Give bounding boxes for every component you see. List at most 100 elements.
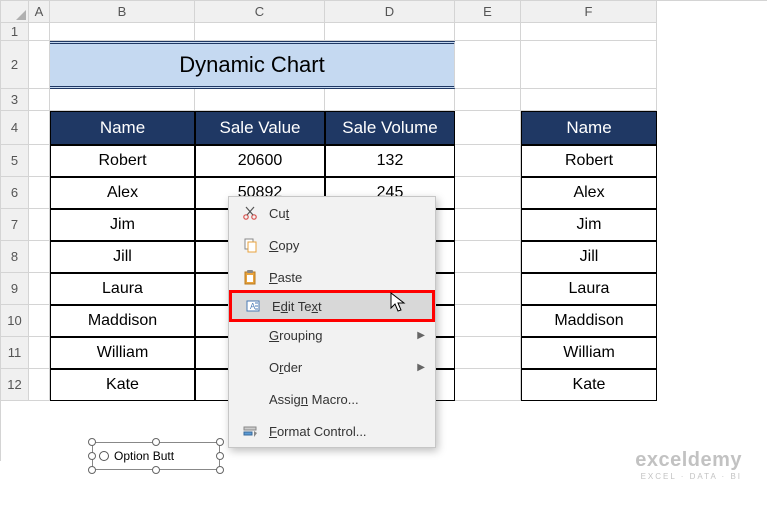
cut-icon bbox=[237, 205, 263, 221]
cell[interactable] bbox=[521, 89, 657, 111]
cell[interactable] bbox=[325, 23, 455, 41]
cell[interactable] bbox=[195, 89, 325, 111]
menu-grouping[interactable]: Grouping ▶ bbox=[229, 319, 435, 351]
row-header-7[interactable]: 7 bbox=[1, 209, 29, 241]
row-header-10[interactable]: 10 bbox=[1, 305, 29, 337]
menu-format-control[interactable]: Format Control... bbox=[229, 415, 435, 447]
cell[interactable] bbox=[29, 305, 50, 337]
table-header-name[interactable]: Name bbox=[50, 111, 195, 145]
col-header-a[interactable]: A bbox=[29, 1, 50, 23]
cell-name[interactable]: William bbox=[50, 337, 195, 369]
cell[interactable] bbox=[455, 111, 521, 145]
cell[interactable] bbox=[521, 41, 657, 89]
cell[interactable] bbox=[50, 89, 195, 111]
resize-handle[interactable] bbox=[216, 466, 224, 474]
cell[interactable] bbox=[29, 41, 50, 89]
resize-handle[interactable] bbox=[88, 466, 96, 474]
cell[interactable] bbox=[29, 145, 50, 177]
cell[interactable] bbox=[455, 305, 521, 337]
table2-header-name[interactable]: Name bbox=[521, 111, 657, 145]
submenu-arrow-icon: ▶ bbox=[417, 330, 435, 341]
cell-name[interactable]: Kate bbox=[50, 369, 195, 401]
cell[interactable] bbox=[455, 177, 521, 209]
menu-order[interactable]: Order ▶ bbox=[229, 351, 435, 383]
cell-name2[interactable]: Jill bbox=[521, 241, 657, 273]
table-header-salevolume[interactable]: Sale Volume bbox=[325, 111, 455, 145]
cell[interactable] bbox=[29, 177, 50, 209]
row-header-11[interactable]: 11 bbox=[1, 337, 29, 369]
resize-handle[interactable] bbox=[88, 452, 96, 460]
cell[interactable] bbox=[455, 273, 521, 305]
context-menu: Cut Copy Paste A Edit Text Grouping ▶ Or… bbox=[228, 196, 436, 448]
cell-name[interactable]: Maddison bbox=[50, 305, 195, 337]
cell[interactable] bbox=[195, 23, 325, 41]
col-header-f[interactable]: F bbox=[521, 1, 657, 23]
cell[interactable] bbox=[455, 41, 521, 89]
cell[interactable] bbox=[29, 369, 50, 401]
cell[interactable] bbox=[455, 337, 521, 369]
resize-handle[interactable] bbox=[88, 438, 96, 446]
row-header-2[interactable]: 2 bbox=[1, 41, 29, 89]
col-header-d[interactable]: D bbox=[325, 1, 455, 23]
cell[interactable] bbox=[455, 369, 521, 401]
cell-name[interactable]: Laura bbox=[50, 273, 195, 305]
cell[interactable] bbox=[455, 23, 521, 41]
menu-paste[interactable]: Paste bbox=[229, 261, 435, 293]
cell[interactable] bbox=[29, 89, 50, 111]
cell-name[interactable]: Jill bbox=[50, 241, 195, 273]
cell[interactable] bbox=[29, 209, 50, 241]
cell[interactable] bbox=[50, 23, 195, 41]
edit-text-icon: A bbox=[240, 298, 266, 314]
menu-copy[interactable]: Copy bbox=[229, 229, 435, 261]
row-header-4[interactable]: 4 bbox=[1, 111, 29, 145]
cell-name[interactable]: Robert bbox=[50, 145, 195, 177]
cell[interactable] bbox=[455, 89, 521, 111]
cell[interactable] bbox=[29, 111, 50, 145]
option-button-control[interactable]: Option Butt bbox=[92, 442, 220, 470]
cell-name2[interactable]: Alex bbox=[521, 177, 657, 209]
row-header-5[interactable]: 5 bbox=[1, 145, 29, 177]
cell-name2[interactable]: William bbox=[521, 337, 657, 369]
cell-name[interactable]: Jim bbox=[50, 209, 195, 241]
cell-name2[interactable]: Robert bbox=[521, 145, 657, 177]
cell-name2[interactable]: Maddison bbox=[521, 305, 657, 337]
row-header-6[interactable]: 6 bbox=[1, 177, 29, 209]
select-all-corner[interactable] bbox=[1, 1, 29, 23]
cell-name2[interactable]: Jim bbox=[521, 209, 657, 241]
row-header-9[interactable]: 9 bbox=[1, 273, 29, 305]
page-title[interactable]: Dynamic Chart bbox=[50, 41, 455, 89]
row-header-12[interactable]: 12 bbox=[1, 369, 29, 401]
menu-label: Copy bbox=[263, 238, 435, 253]
col-header-e[interactable]: E bbox=[455, 1, 521, 23]
resize-handle[interactable] bbox=[152, 438, 160, 446]
menu-cut[interactable]: Cut bbox=[229, 197, 435, 229]
radio-icon bbox=[99, 451, 109, 461]
cell[interactable] bbox=[455, 209, 521, 241]
row-header-3[interactable]: 3 bbox=[1, 89, 29, 111]
resize-handle[interactable] bbox=[152, 466, 160, 474]
menu-edit-text[interactable]: A Edit Text bbox=[229, 290, 435, 322]
cell-salevolume[interactable]: 132 bbox=[325, 145, 455, 177]
menu-label: Paste bbox=[263, 270, 435, 285]
cell-name2[interactable]: Laura bbox=[521, 273, 657, 305]
cell[interactable] bbox=[29, 337, 50, 369]
cell-salevalue[interactable]: 20600 bbox=[195, 145, 325, 177]
cell[interactable] bbox=[521, 23, 657, 41]
row-header-1[interactable]: 1 bbox=[1, 23, 29, 41]
cell[interactable] bbox=[29, 23, 50, 41]
resize-handle[interactable] bbox=[216, 438, 224, 446]
cell[interactable] bbox=[455, 241, 521, 273]
menu-assign-macro[interactable]: Assign Macro... bbox=[229, 383, 435, 415]
cell[interactable] bbox=[29, 241, 50, 273]
col-header-c[interactable]: C bbox=[195, 1, 325, 23]
cell-name2[interactable]: Kate bbox=[521, 369, 657, 401]
cell[interactable] bbox=[29, 273, 50, 305]
resize-handle[interactable] bbox=[216, 452, 224, 460]
col-header-b[interactable]: B bbox=[50, 1, 195, 23]
cell-name[interactable]: Alex bbox=[50, 177, 195, 209]
table-header-salevalue[interactable]: Sale Value bbox=[195, 111, 325, 145]
menu-label: Order bbox=[263, 360, 417, 375]
cell[interactable] bbox=[455, 145, 521, 177]
row-header-8[interactable]: 8 bbox=[1, 241, 29, 273]
cell[interactable] bbox=[325, 89, 455, 111]
